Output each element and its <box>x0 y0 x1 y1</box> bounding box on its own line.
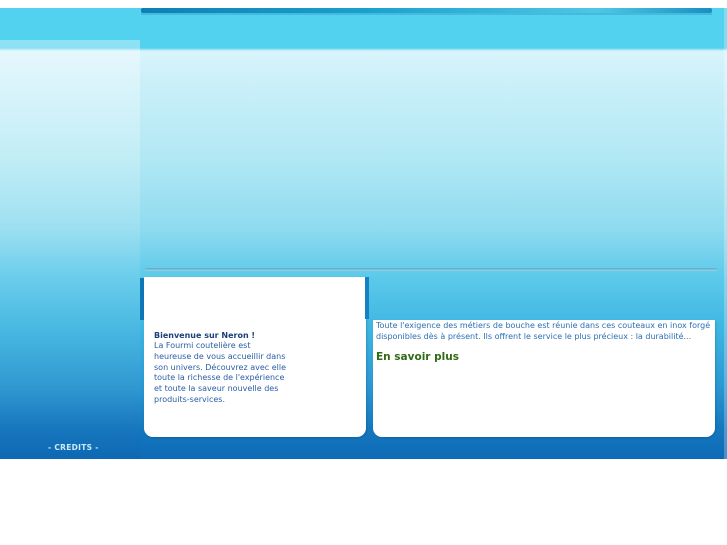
banner-separator <box>145 268 717 271</box>
welcome-box-edge <box>365 277 369 319</box>
credits-link[interactable]: - CREDITS - <box>48 443 99 452</box>
page: Bienvenue sur Neron ! La Fourmi couteliè… <box>0 0 727 545</box>
welcome-title: Bienvenue sur Neron ! <box>154 331 256 340</box>
promo-text: Toute l'exigence des métiers de bouche e… <box>376 321 711 341</box>
left-column-shade <box>0 40 140 459</box>
learn-more-link[interactable]: En savoir plus <box>376 351 459 363</box>
welcome-text: La Fourmi coutelière est heureuse de vou… <box>154 341 286 404</box>
header-bar-shadow <box>141 13 712 15</box>
